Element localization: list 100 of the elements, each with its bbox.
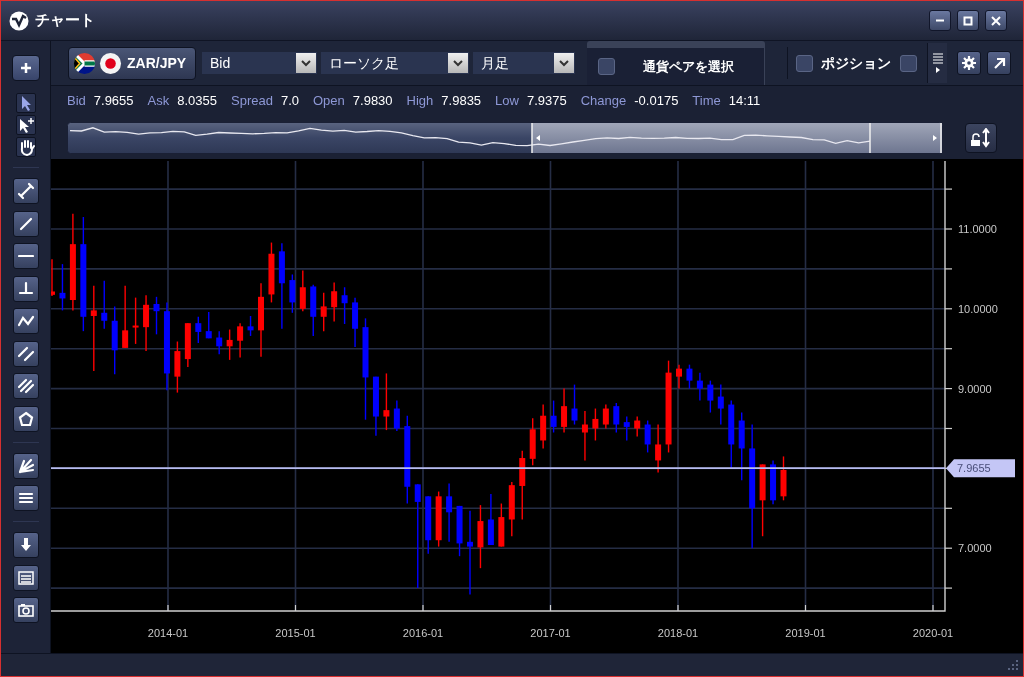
candlestick <box>132 296 139 345</box>
y-axis-label: 9.0000 <box>958 382 992 395</box>
checkbox-label: ポジション <box>821 53 891 73</box>
minimize-button[interactable] <box>929 10 951 31</box>
candlestick <box>456 505 463 557</box>
checkbox[interactable] <box>796 54 813 72</box>
maximize-button[interactable] <box>957 10 979 31</box>
candlestick <box>299 269 306 312</box>
candlestick <box>143 294 150 352</box>
add-button[interactable] <box>11 55 40 81</box>
candlestick <box>561 387 568 434</box>
quote-value: 7.9375 <box>526 92 567 111</box>
candlestick <box>676 363 682 390</box>
candlestick <box>780 455 787 501</box>
zigzag-tool-button[interactable] <box>12 308 39 334</box>
candlestick <box>184 322 191 368</box>
candlestick <box>487 493 494 546</box>
x-axis-label: 2019-01 <box>785 627 826 639</box>
price-type-dropdown[interactable]: Bid <box>202 52 317 74</box>
candlestick <box>268 241 275 304</box>
quote-value: 7.9835 <box>441 92 482 111</box>
candlestick <box>529 417 536 466</box>
x-axis-label: 2015-01 <box>275 627 316 639</box>
chart-type-dropdown[interactable]: ローソク足 <box>321 52 469 74</box>
candlestick <box>581 410 588 462</box>
vertical-line-tool-button[interactable] <box>12 275 39 302</box>
candlestick <box>51 258 55 297</box>
cursor-move-tool-button[interactable] <box>15 115 36 135</box>
popout-button[interactable] <box>987 51 1011 75</box>
range-navigator[interactable] <box>67 121 943 154</box>
channel-lines-icon <box>15 376 36 396</box>
candlestick <box>477 504 484 569</box>
candlestick <box>613 402 620 434</box>
maximize-icon <box>963 15 973 26</box>
trend-line-tool-button[interactable] <box>12 210 39 237</box>
candlestick <box>195 316 202 344</box>
candlestick <box>655 423 662 474</box>
x-axis-label: 2017-01 <box>530 627 571 639</box>
candlestick <box>686 363 693 390</box>
list-button[interactable] <box>12 564 39 591</box>
candlestick <box>393 399 400 432</box>
horizontal-line-tool-button[interactable] <box>12 243 39 269</box>
period-dropdown[interactable]: 月足 <box>473 52 575 74</box>
channel-lines-tool-button[interactable] <box>12 373 39 399</box>
candlestick <box>372 375 379 437</box>
settings-button[interactable] <box>957 51 981 75</box>
candlestick <box>174 340 181 394</box>
flag-icon <box>99 51 122 75</box>
candlestick <box>634 415 641 438</box>
candlestick <box>247 315 254 337</box>
quote-value: -0.0175 <box>634 92 679 111</box>
candlestick <box>59 263 66 312</box>
horizontal-line-icon <box>17 254 34 258</box>
close-icon <box>991 15 1001 26</box>
y-axis-label: 7.0000 <box>958 542 992 555</box>
line-segment-tool-button[interactable] <box>12 178 39 204</box>
quote-label: Open <box>313 92 345 111</box>
candlestick <box>540 403 547 450</box>
resize-grip-icon[interactable] <box>1007 659 1019 671</box>
x-axis-label: 2020-01 <box>912 627 954 639</box>
candlestick <box>352 296 359 348</box>
candlestick <box>425 495 432 555</box>
candlestick <box>226 328 233 361</box>
candlestick <box>602 403 609 430</box>
more-options-button[interactable] <box>927 43 947 83</box>
candlestick <box>310 284 317 337</box>
quote-value: 8.0355 <box>177 92 217 111</box>
currency-pair-button[interactable]: ZAR/JPY <box>68 46 196 80</box>
candlestick <box>498 502 505 548</box>
quote-value: 7.9655 <box>93 92 134 111</box>
candlestick <box>623 415 630 442</box>
logo-icon <box>9 10 29 31</box>
candlestick <box>289 273 296 314</box>
quote-label: Low <box>495 92 519 111</box>
quote-label: Change <box>580 92 627 111</box>
candlestick <box>446 482 453 543</box>
current-price-tag: 7.9655 <box>946 459 1015 478</box>
pentagon-tool-button[interactable] <box>12 405 39 432</box>
close-button[interactable] <box>985 10 1007 31</box>
y-axis-label: 11.0000 <box>958 223 997 235</box>
plus-icon <box>19 62 32 74</box>
candlestick <box>237 322 244 359</box>
quote-label: Ask <box>147 92 170 111</box>
download-button[interactable] <box>12 532 39 558</box>
candlestick <box>383 372 390 431</box>
x-axis-label: 2014-01 <box>147 627 189 639</box>
candlestick <box>770 459 777 505</box>
screenshot-button[interactable] <box>12 597 39 623</box>
fan-lines-tool-button[interactable] <box>12 452 39 479</box>
lock-arrows-icon <box>970 127 992 148</box>
horizontal-lines-tool-button[interactable] <box>12 485 39 511</box>
checkbox[interactable] <box>900 54 917 72</box>
parallel-lines-tool-button[interactable] <box>12 340 39 367</box>
cursor-tool-button[interactable] <box>15 93 36 113</box>
hand-tool-button[interactable] <box>15 137 36 157</box>
scale-lock-button[interactable] <box>965 122 997 153</box>
quote-label: Bid <box>67 92 86 111</box>
checkbox[interactable] <box>598 58 615 75</box>
quote-label: Spread <box>231 92 273 111</box>
quote-value: 14:11 <box>728 92 761 111</box>
